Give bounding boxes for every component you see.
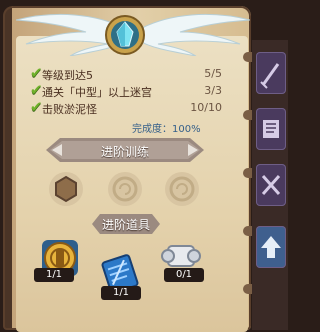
training-banner-label: 进阶训练 (100, 145, 149, 159)
up-arrow-icon (261, 236, 281, 258)
task-list: ✔ 等级到达5 5/5 ✔ 通关「中型」以上迷宫 3/3 ✔ 击败淤泥怪 10/… (30, 64, 240, 117)
task-progress: 3/3 (204, 84, 222, 97)
emblem-slot-icon[interactable] (164, 170, 200, 208)
task-row: ✔ 等级到达5 5/5 (30, 64, 240, 83)
item-count: 1/1 (101, 286, 141, 300)
tab-upgrade[interactable] (256, 226, 286, 268)
completion-text: 完成度：100% (132, 124, 201, 135)
hexagon-slot-icon[interactable] (48, 170, 84, 208)
task-row: ✔ 通关「中型」以上迷宫 3/3 (30, 81, 240, 100)
checkmark-icon: ✔ (30, 98, 43, 116)
task-label: 通关「中型」以上迷宫 (42, 86, 152, 99)
book-icon (263, 120, 279, 138)
emblem-slot-icon[interactable] (107, 170, 143, 208)
task-row: ✔ 击败淤泥怪 10/10 (30, 98, 240, 117)
tab-crossed-blades[interactable] (256, 164, 286, 206)
right-wing-decoration (142, 13, 250, 56)
item-count: 0/1 (164, 268, 204, 282)
crossed-blades-icon (261, 175, 281, 195)
task-label: 等级到达5 (42, 69, 93, 82)
tab-book[interactable] (256, 108, 286, 150)
task-progress: 5/5 (204, 67, 222, 80)
checkmark-icon: ✔ (30, 81, 43, 99)
task-label: 击败淤泥怪 (42, 103, 97, 116)
task-progress: 10/10 (190, 101, 222, 114)
item-count: 1/1 (34, 268, 74, 282)
checkmark-icon: ✔ (30, 64, 43, 82)
crystal-medal-icon (105, 15, 145, 55)
tab-sword[interactable] (256, 52, 286, 94)
tools-banner-label: 进阶道具 (101, 218, 150, 232)
sword-icon (260, 63, 280, 89)
